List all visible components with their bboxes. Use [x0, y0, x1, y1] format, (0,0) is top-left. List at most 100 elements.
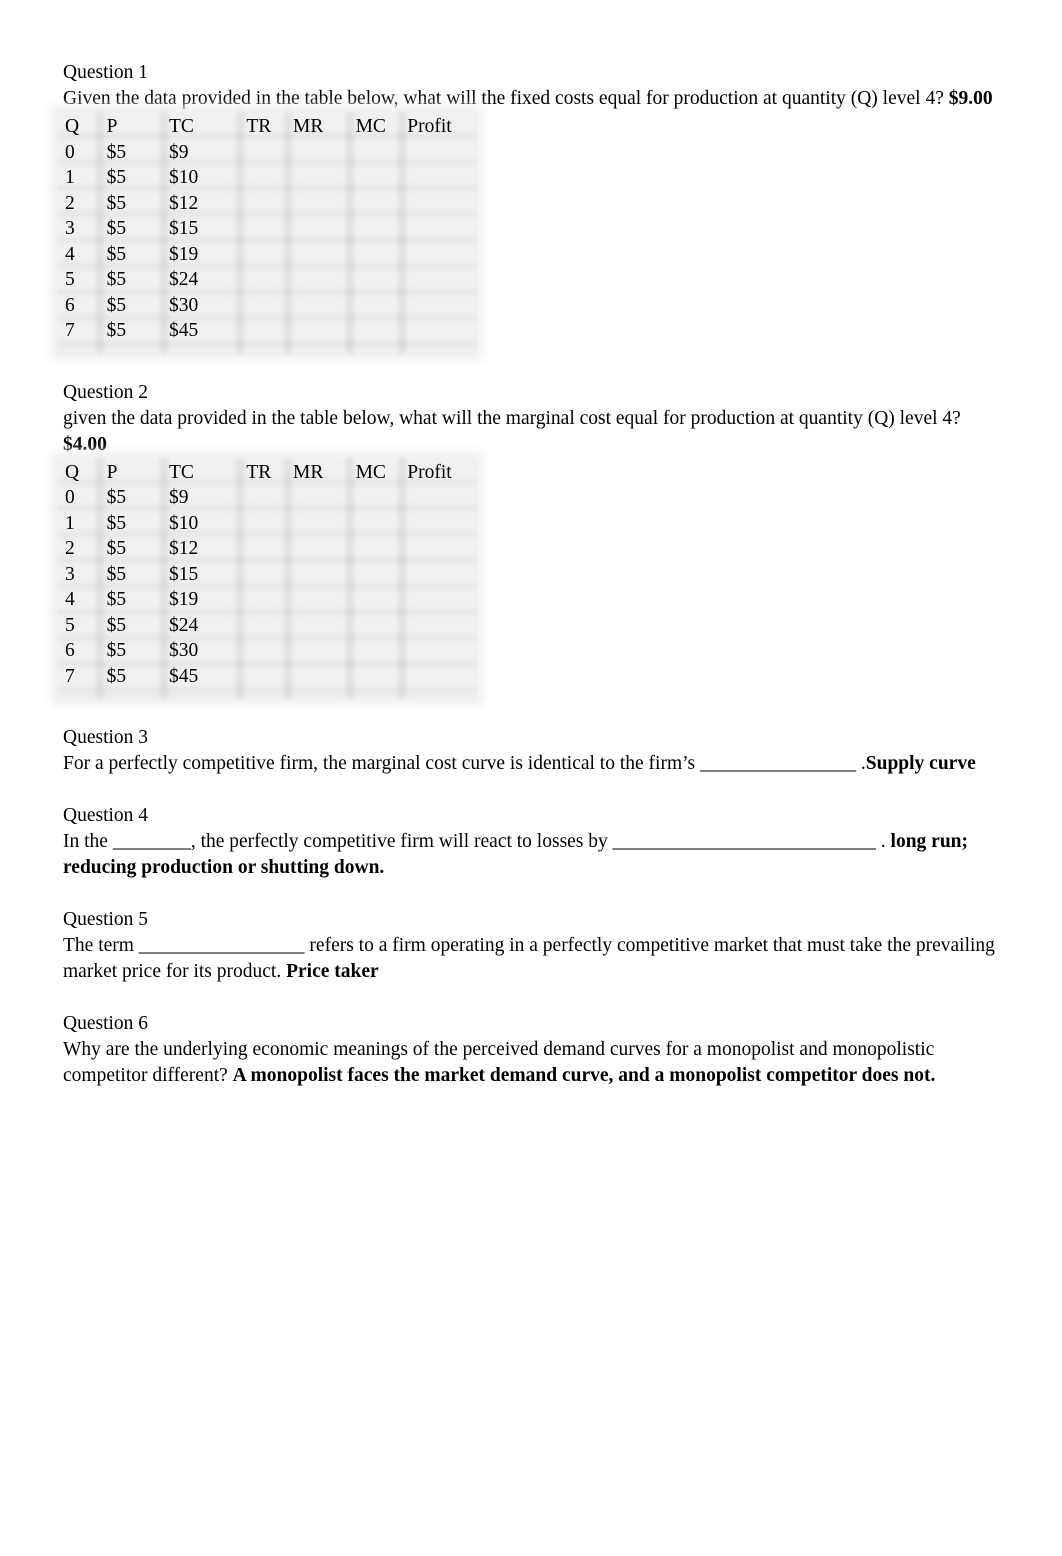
table-cell-tr [246, 536, 293, 562]
table-cell-tc: $9 [169, 487, 189, 508]
header-profit: Profit [407, 116, 452, 137]
table-cell-profit [407, 664, 477, 690]
header-q: Q [65, 116, 80, 137]
table-cell-mc [356, 267, 408, 293]
table-cell-mc [356, 638, 408, 664]
table-cell-mr [293, 511, 356, 537]
table-cell-tr [246, 242, 293, 268]
table-cell-mc [356, 511, 408, 537]
table-cell-mr [293, 165, 356, 191]
table-cell-tc: $30 [169, 294, 199, 316]
question-2: Question 2 given the data provided in th… [57, 380, 1008, 699]
table-cell-tc: $19 [169, 243, 199, 265]
table-cell-mr [293, 587, 356, 613]
table-cell-profit [407, 536, 477, 562]
question-3: Question 3 For a perfectly competitive f… [63, 725, 1008, 777]
table-cell-mr [293, 267, 356, 293]
table-cell-profit [407, 216, 477, 242]
table-cell-mr [293, 485, 356, 511]
table-cell-tc: $9 [169, 141, 189, 163]
table-cell-mr [293, 638, 356, 664]
document-page: Question 1 Given the data provided in th… [57, 60, 1008, 1089]
table-cell-q: 1 [65, 167, 75, 188]
table-cell-q: 6 [65, 640, 75, 661]
table-cell-mr [293, 562, 356, 588]
header-mc: MC [355, 116, 386, 137]
table-cell-mc [356, 293, 408, 319]
table-cell-q: 7 [65, 665, 75, 687]
table-cell-mc [356, 485, 408, 511]
table-cell-p: $5 [106, 487, 127, 508]
table-row: 6 $5 $30 [57, 293, 477, 319]
header-mc: MC [355, 461, 386, 483]
question-prompt: Given the data provided in the table bel… [63, 88, 944, 109]
table-cell-p: $5 [106, 218, 127, 239]
table-cell-mc [356, 242, 408, 268]
cost-table-grid: Q P TC TR MR MC Profit 0 $5 $9 1 $5 $10 2 $5 $12… [57, 114, 477, 344]
question-text: The term _________________ refers to a f… [63, 933, 1008, 985]
table-cell-q: 4 [65, 243, 75, 265]
table-cell-tr [246, 511, 293, 537]
table-row: 6 $5 $30 [57, 638, 477, 664]
table-cell-q: 2 [65, 192, 75, 214]
table-cell-mc [356, 536, 408, 562]
table-cell-mr [293, 318, 356, 344]
table-cell-profit [407, 511, 477, 537]
question-title: Question 4 [63, 805, 149, 826]
table-cell-q: 5 [65, 269, 75, 290]
table-cell-profit [407, 485, 477, 511]
table-cell-tc: $24 [169, 614, 199, 636]
table-cell-profit [407, 562, 477, 588]
header-mr: MR [293, 116, 324, 137]
table-cell-p: $5 [106, 563, 127, 585]
table-cell-mr [293, 664, 356, 690]
table-cell-profit [407, 165, 477, 191]
table-cell-p: $5 [106, 589, 127, 610]
table-cell-p: $5 [106, 538, 127, 559]
table-cell-profit [407, 587, 477, 613]
table-cell-p: $5 [106, 243, 127, 265]
table-cell-q: 6 [65, 294, 75, 316]
table-row: 5 $5 $24 [57, 267, 477, 293]
table-cell-mr [293, 242, 356, 268]
table-row: 4 $5 $19 [57, 242, 477, 268]
table-row: 2 $5 $12 [57, 536, 477, 562]
table-cell-tr [246, 293, 293, 319]
table-row: 2 $5 $12 [57, 191, 477, 217]
table-row: 4 $5 $19 [57, 587, 477, 613]
header-p: P [106, 116, 118, 137]
question-4: Question 4 In the ________, the perfectl… [63, 803, 1008, 881]
question-title: Question 6 [63, 1013, 149, 1034]
header-profit: Profit [407, 461, 452, 483]
question-text: Given the data provided in the table bel… [63, 86, 1008, 112]
table-cell-q: 3 [65, 563, 75, 585]
table-cell-mc [356, 613, 408, 639]
question-prompt: The term _________________ refers to a f… [63, 935, 995, 982]
table-cell-q: 0 [65, 141, 75, 163]
table-cell-tr [246, 318, 293, 344]
table-cell-tc: $24 [169, 269, 199, 290]
table-header-row: Q P TC TR MR MC Profit [57, 114, 477, 140]
table-cell-q: 0 [65, 487, 75, 508]
table-cell-p: $5 [106, 269, 127, 290]
table-cell-p: $5 [106, 665, 127, 687]
table-cell-mc [356, 191, 408, 217]
table-header-row: Q P TC TR MR MC Profit [57, 460, 477, 486]
table-cell-tc: $12 [169, 192, 199, 214]
question-5: Question 5 The term _________________ re… [63, 907, 1008, 985]
header-q: Q [65, 461, 80, 483]
table-cell-p: $5 [106, 614, 127, 636]
table-cell-tr [246, 587, 293, 613]
table-cell-profit [407, 140, 477, 166]
table-row: 3 $5 $15 [57, 216, 477, 242]
table-cell-q: 5 [65, 614, 75, 636]
table-cell-q: 2 [65, 538, 75, 559]
table-cell-tc: $19 [169, 589, 199, 610]
table-cell-p: $5 [106, 294, 127, 316]
table-cell-p: $5 [106, 167, 127, 188]
question-text: Why are the underlying economic meanings… [63, 1037, 1008, 1089]
table-row: 3 $5 $15 [57, 562, 477, 588]
table-cell-tc: $45 [169, 665, 199, 687]
table-cell-tc: $45 [169, 320, 199, 341]
table-row: 7 $5 $45 [57, 318, 477, 344]
